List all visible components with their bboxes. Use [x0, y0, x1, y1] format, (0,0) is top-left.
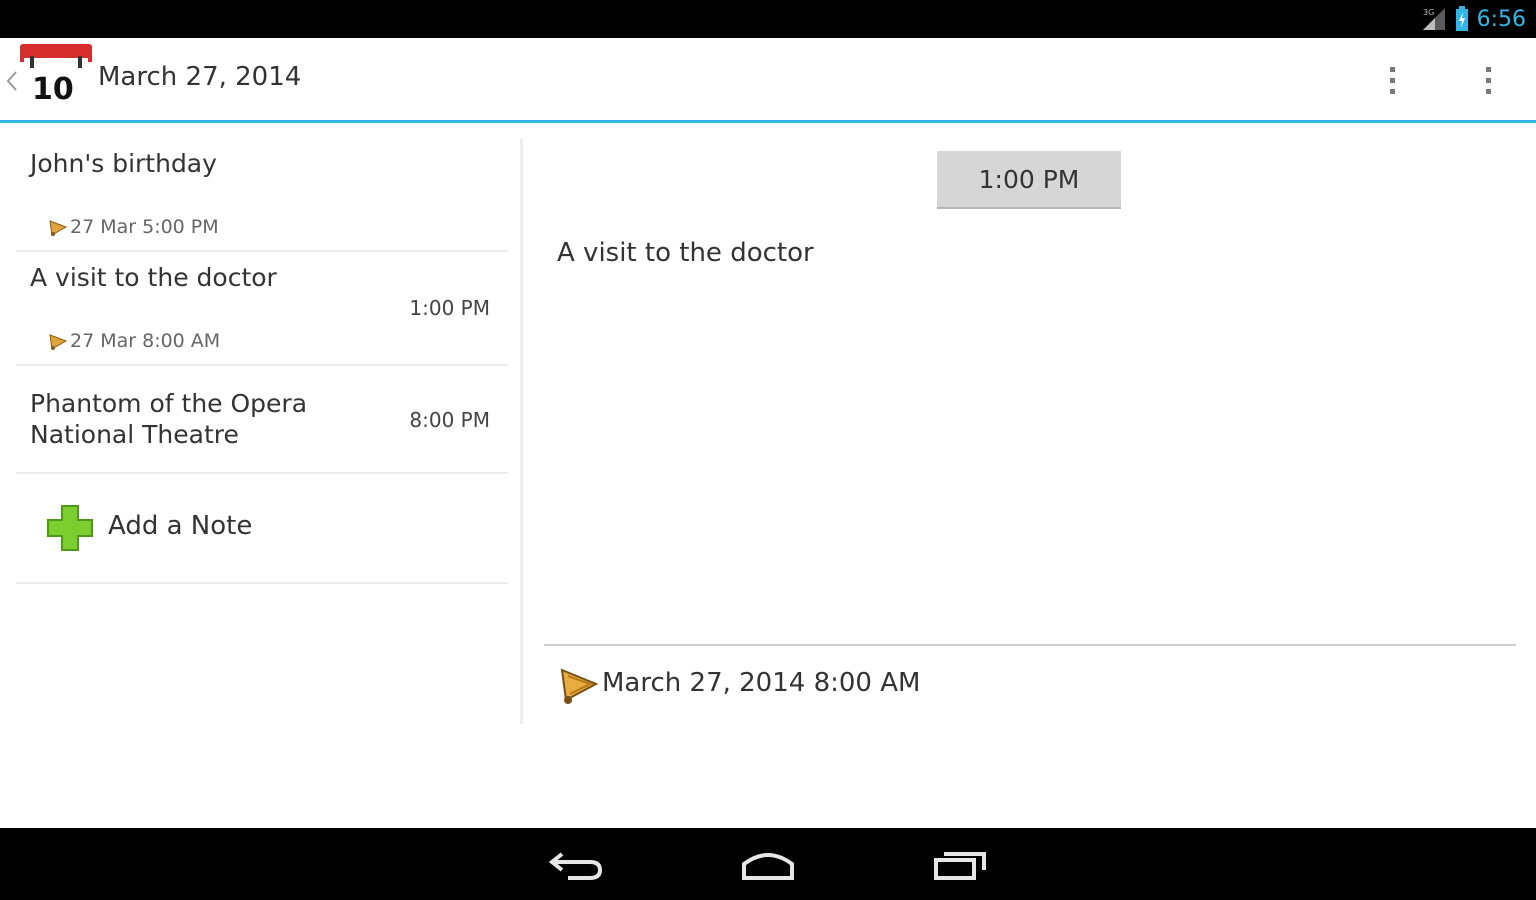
calendar-day-number: 10 [32, 72, 74, 107]
notes-list: John's birthday 27 Mar 5:00 PM A visit t… [16, 138, 508, 588]
action-overflow-button[interactable] [1372, 58, 1412, 102]
dot-icon [1485, 77, 1491, 83]
list-item-doctor-visit[interactable]: A visit to the doctor 1:00 PM 27 Mar 8:0… [16, 252, 508, 364]
note-reminder: 27 Mar 8:00 AM [48, 330, 220, 352]
dot-icon [1485, 66, 1491, 72]
note-reminder-text: 27 Mar 8:00 AM [70, 330, 221, 352]
bell-icon[interactable] [558, 662, 600, 706]
bell-icon [49, 334, 68, 350]
dot-icon [1389, 66, 1395, 72]
add-note-label: Add a Note [108, 511, 253, 541]
status-bar: 3G 6:56 [0, 0, 1536, 38]
back-chevron-icon[interactable] [4, 66, 18, 96]
note-detail-text[interactable]: A visit to the doctor [557, 238, 814, 268]
note-reminder: 27 Mar 5:00 PM [48, 216, 219, 238]
calendar-ring-icon [78, 56, 82, 68]
reminder-detail-text[interactable]: March 27, 2014 8:00 AM [602, 668, 920, 698]
action-bar-divider [0, 120, 1536, 123]
menu-overflow-button[interactable] [1468, 58, 1508, 102]
bell-icon [49, 220, 68, 236]
list-divider [16, 582, 508, 584]
home-icon[interactable] [732, 842, 804, 886]
status-icons: 3G 6:56 [1421, 4, 1526, 34]
plus-icon [47, 505, 93, 551]
calendar-app-icon[interactable]: 10 [20, 44, 92, 112]
list-item-phantom-opera[interactable]: Phantom of the Opera National Theatre 8:… [16, 366, 508, 472]
note-time: 8:00 PM [409, 408, 490, 432]
dot-icon [1389, 77, 1395, 83]
status-clock: 6:56 [1476, 6, 1526, 32]
battery-icon [1455, 6, 1468, 31]
note-title: Phantom of the Opera [30, 389, 308, 418]
pane-divider [520, 138, 523, 724]
note-time: 1:00 PM [409, 296, 490, 320]
dot-icon [1485, 88, 1491, 94]
recent-apps-icon[interactable] [924, 842, 996, 886]
note-title: A visit to the doctor [30, 263, 277, 292]
signal-icon: 3G [1422, 8, 1445, 30]
list-divider [16, 472, 508, 474]
note-title: John's birthday [30, 149, 217, 178]
page-title: March 27, 2014 [98, 62, 302, 92]
calendar-ring-icon [30, 56, 34, 68]
list-item-johns-birthday[interactable]: John's birthday 27 Mar 5:00 PM [16, 138, 508, 250]
svg-text:3G: 3G [1423, 8, 1434, 17]
note-subtitle: National Theatre [30, 420, 239, 449]
dot-icon [1389, 88, 1395, 94]
note-reminder-text: 27 Mar 5:00 PM [70, 216, 219, 238]
time-button[interactable]: 1:00 PM [937, 151, 1121, 209]
detail-divider [544, 644, 1516, 646]
back-icon[interactable] [540, 842, 612, 886]
